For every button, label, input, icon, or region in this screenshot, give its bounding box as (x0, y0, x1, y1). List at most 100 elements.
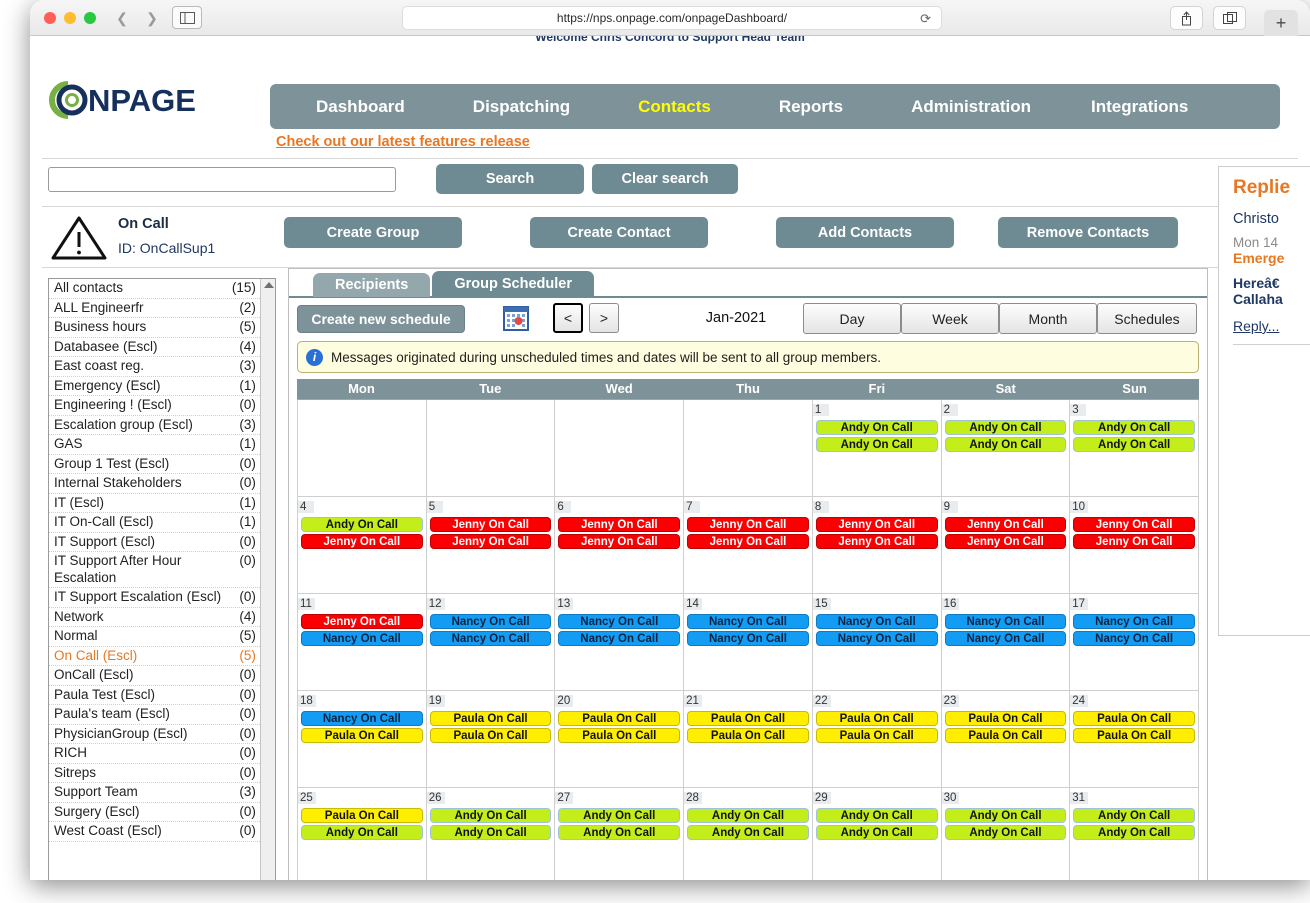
group-list-item[interactable]: Internal Stakeholders (0) (49, 474, 260, 494)
calendar-event[interactable]: Andy On Call (301, 825, 423, 840)
calendar-day-cell[interactable]: 28 Andy On Call Andy On Call (684, 788, 813, 880)
group-list-item[interactable]: IT (Escl) (1) (49, 494, 260, 513)
group-list-item[interactable]: Business hours (5) (49, 318, 260, 338)
add-contacts-button[interactable]: Add Contacts (776, 217, 954, 248)
calendar-event[interactable]: Andy On Call (558, 808, 681, 823)
calendar-event[interactable]: Jenny On Call (429, 534, 552, 549)
scroll-up-arrow-icon[interactable] (263, 282, 274, 288)
group-list-item[interactable]: East coast reg. (3) (49, 357, 260, 377)
group-list-item[interactable]: Engineering ! (Escl) (0) (49, 396, 260, 416)
calendar-event[interactable]: Jenny On Call (1073, 534, 1195, 549)
calendar-event[interactable]: Nancy On Call (944, 614, 1067, 629)
features-release-link[interactable]: Check out our latest features release (276, 134, 530, 150)
calendar-event[interactable]: Paula On Call (301, 728, 423, 743)
calendar-event[interactable]: Jenny On Call (301, 534, 423, 549)
calendar-day-cell[interactable]: 29 Andy On Call Andy On Call (812, 788, 942, 880)
calendar-event[interactable]: Paula On Call (815, 711, 938, 726)
calendar-day-cell[interactable]: 21 Paula On Call Paula On Call (684, 691, 813, 788)
calendar-event[interactable]: Paula On Call (1073, 728, 1195, 743)
calendar-event[interactable]: Nancy On Call (301, 631, 423, 646)
calendar-event[interactable]: Paula On Call (815, 728, 938, 743)
tab-overview-icon[interactable] (1213, 6, 1246, 30)
contact-group-list[interactable]: All contacts (15) ALL Engineerfr (2) Busines… (49, 279, 260, 880)
group-list-item[interactable]: PhysicianGroup (Escl) (0) (49, 725, 260, 744)
calendar-day-cell[interactable]: 30 Andy On Call Andy On Call (941, 788, 1071, 880)
nav-item-administration[interactable]: Administration (901, 93, 1041, 121)
calendar-event[interactable]: Nancy On Call (687, 614, 809, 629)
group-list-item[interactable]: West Coast (Escl) (0) (49, 822, 260, 842)
group-list-item[interactable]: Paula Test (Escl) (0) (49, 686, 260, 705)
minimize-window-button[interactable] (64, 12, 76, 24)
group-list-item[interactable]: GAS (1) (49, 435, 260, 455)
calendar-event[interactable]: Jenny On Call (558, 534, 681, 549)
close-window-button[interactable] (44, 12, 56, 24)
calendar-day-cell[interactable]: 7 Jenny On Call Jenny On Call (684, 497, 813, 594)
view-month-button[interactable]: Month (999, 303, 1097, 334)
group-list-item[interactable]: IT On-Call (Escl) (1) (49, 513, 260, 533)
calendar-event[interactable]: Paula On Call (301, 808, 423, 823)
clear-search-button[interactable]: Clear search (592, 164, 738, 194)
back-icon[interactable]: ❮ (108, 6, 136, 29)
calendar-event[interactable]: Paula On Call (687, 728, 809, 743)
nav-item-reports[interactable]: Reports (769, 93, 853, 121)
calendar-day-cell[interactable]: 20 Paula On Call Paula On Call (555, 691, 685, 788)
calendar-event[interactable]: Andy On Call (815, 808, 938, 823)
calendar-event[interactable]: Nancy On Call (429, 614, 552, 629)
calendar-event[interactable]: Andy On Call (944, 420, 1067, 435)
group-list-item[interactable]: Group 1 Test (Escl) (0) (49, 455, 260, 474)
calendar-day-cell[interactable]: 11 Jenny On Call Nancy On Call (298, 594, 427, 691)
calendar-day-cell[interactable]: 31 Andy On Call Andy On Call (1070, 788, 1199, 880)
calendar-event[interactable]: Andy On Call (944, 825, 1067, 840)
calendar-day-cell[interactable]: 18 Nancy On Call Paula On Call (298, 691, 427, 788)
calendar-event[interactable]: Paula On Call (558, 711, 681, 726)
calendar-event[interactable]: Jenny On Call (1073, 517, 1195, 532)
calendar-day-cell[interactable]: 24 Paula On Call Paula On Call (1070, 691, 1199, 788)
prev-month-button[interactable]: < (553, 303, 583, 333)
calendar-event[interactable]: Andy On Call (429, 825, 552, 840)
search-input[interactable] (48, 167, 396, 192)
calendar-event[interactable]: Andy On Call (429, 808, 552, 823)
tab-group-scheduler[interactable]: Group Scheduler (432, 271, 594, 297)
calendar-event[interactable]: Andy On Call (815, 420, 938, 435)
calendar-event[interactable]: Paula On Call (687, 711, 809, 726)
calendar-event[interactable]: Jenny On Call (558, 517, 681, 532)
nav-item-contacts[interactable]: Contacts (628, 93, 721, 121)
view-day-button[interactable]: Day (803, 303, 901, 334)
calendar-event[interactable]: Nancy On Call (1073, 614, 1195, 629)
calendar-day-cell[interactable]: 22 Paula On Call Paula On Call (812, 691, 942, 788)
calendar-event[interactable]: Jenny On Call (815, 517, 938, 532)
calendar-event[interactable]: Paula On Call (1073, 711, 1195, 726)
create-group-button[interactable]: Create Group (284, 217, 462, 248)
calendar-day-cell[interactable]: 5 Jenny On Call Jenny On Call (426, 497, 556, 594)
calendar-event[interactable]: Andy On Call (944, 808, 1067, 823)
group-list-item[interactable]: Databasee (Escl) (4) (49, 338, 260, 357)
calendar-day-cell[interactable]: 10 Jenny On Call Jenny On Call (1070, 497, 1199, 594)
calendar-day-cell[interactable]: 19 Paula On Call Paula On Call (426, 691, 556, 788)
group-list-item[interactable]: IT Support Escalation (Escl) (0) (49, 588, 260, 608)
nav-item-dispatching[interactable]: Dispatching (463, 93, 580, 121)
share-icon[interactable] (1170, 6, 1203, 30)
next-month-button[interactable]: > (589, 303, 619, 333)
calendar-event[interactable]: Andy On Call (301, 517, 423, 532)
calendar-day-cell[interactable]: 1 Andy On Call Andy On Call (812, 400, 942, 497)
search-button[interactable]: Search (436, 164, 584, 194)
group-list-item[interactable]: On Call (Escl) (5) (49, 647, 260, 666)
calendar-event[interactable]: Nancy On Call (429, 631, 552, 646)
group-list-item[interactable]: Paula's team (Escl) (0) (49, 705, 260, 725)
remove-contacts-button[interactable]: Remove Contacts (998, 217, 1178, 248)
reload-icon[interactable]: ⟳ (920, 11, 931, 27)
calendar-day-cell[interactable]: 26 Andy On Call Andy On Call (426, 788, 556, 880)
calendar-day-cell[interactable]: 6 Jenny On Call Jenny On Call (555, 497, 685, 594)
calendar-day-cell[interactable]: 3 Andy On Call Andy On Call (1070, 400, 1199, 497)
view-schedules-button[interactable]: Schedules (1097, 303, 1197, 334)
calendar-event[interactable]: Jenny On Call (301, 614, 423, 629)
calendar-event[interactable]: Andy On Call (815, 437, 938, 452)
calendar-event[interactable]: Nancy On Call (944, 631, 1067, 646)
calendar-event[interactable]: Andy On Call (1073, 437, 1195, 452)
calendar-day-cell[interactable]: 2 Andy On Call Andy On Call (941, 400, 1071, 497)
calendar-event[interactable]: Andy On Call (1073, 808, 1195, 823)
calendar-event[interactable]: Jenny On Call (815, 534, 938, 549)
calendar-day-cell[interactable]: 12 Nancy On Call Nancy On Call (426, 594, 556, 691)
group-list-scrollbar[interactable] (259, 279, 275, 880)
group-list-item[interactable]: Support Team (3) (49, 783, 260, 803)
